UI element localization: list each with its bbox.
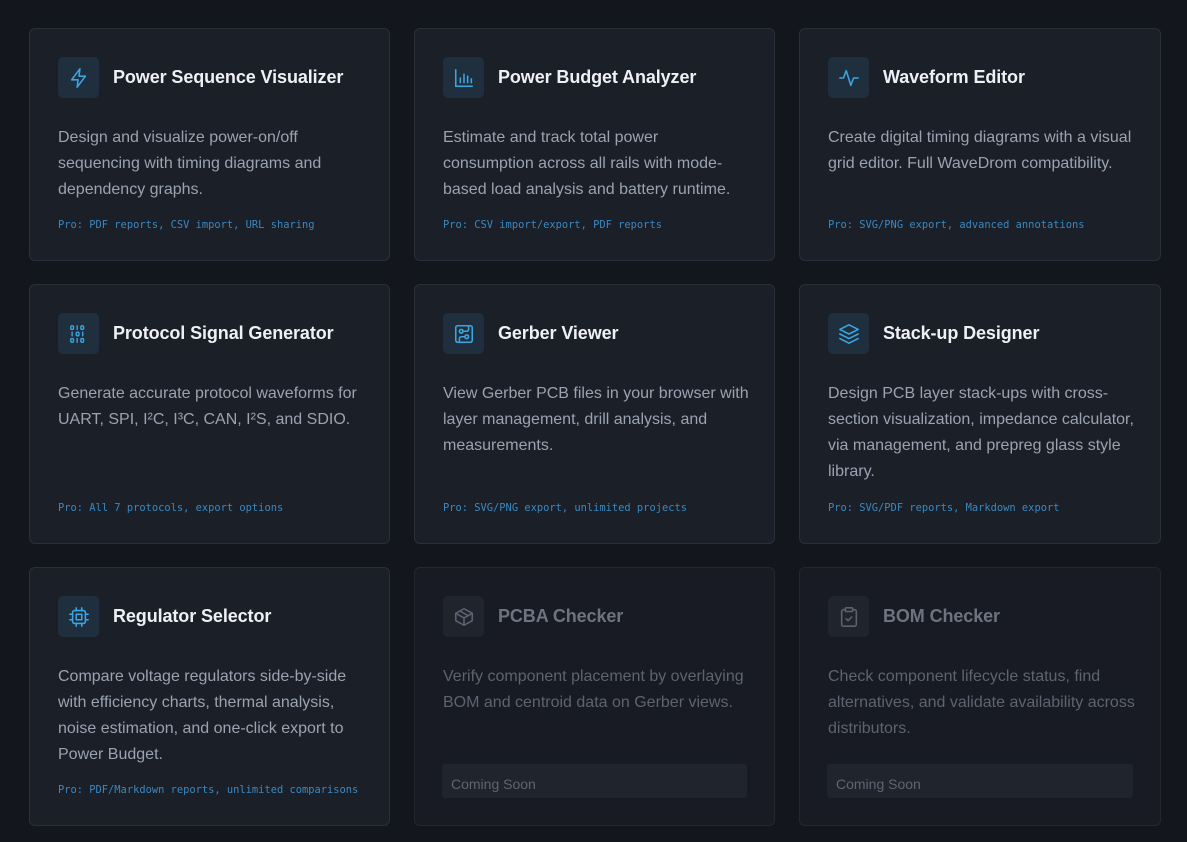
card-header: Power Sequence Visualizer xyxy=(58,57,343,98)
card-title: BOM Checker xyxy=(883,606,1000,626)
pro-features: Pro: SVG/PDF reports, Markdown export xyxy=(828,502,1060,514)
pro-features: Pro: CSV import/export, PDF reports xyxy=(443,219,662,231)
lightning-icon xyxy=(58,57,99,98)
card-description: Compare voltage regulators side-by-side … xyxy=(58,668,347,763)
card-description: Design and visualize power-on/off sequen… xyxy=(58,129,322,198)
pro-features: Pro: PDF/Markdown reports, unlimited com… xyxy=(58,784,359,796)
tool-card-protocol-signal-generator[interactable]: Protocol Signal Generator Generate accur… xyxy=(29,284,390,544)
card-title: Regulator Selector xyxy=(113,606,272,626)
tool-card-stack-up-designer[interactable]: Stack-up Designer Design PCB layer stack… xyxy=(799,284,1161,544)
chip-icon xyxy=(58,596,99,637)
card-header: Gerber Viewer xyxy=(443,313,619,354)
tool-card-waveform-editor[interactable]: Waveform Editor Create digital timing di… xyxy=(799,28,1161,261)
card-header: Power Budget Analyzer xyxy=(443,57,696,98)
card-title: PCBA Checker xyxy=(498,606,624,626)
tool-card-regulator-selector[interactable]: Regulator Selector Compare voltage regul… xyxy=(29,567,390,826)
card-description: Verify component placement by overlaying… xyxy=(443,668,744,711)
card-title: Power Budget Analyzer xyxy=(498,67,697,87)
package-icon xyxy=(443,596,484,637)
card-header: PCBA Checker xyxy=(443,596,623,637)
card-title: Gerber Viewer xyxy=(498,323,619,343)
tools-grid: Power Sequence Visualizer Design and vis… xyxy=(29,28,1161,826)
card-title: Waveform Editor xyxy=(883,67,1025,87)
coming-soon-badge: Coming Soon xyxy=(827,764,1133,798)
layers-icon xyxy=(828,313,869,354)
card-description: View Gerber PCB files in your browser wi… xyxy=(443,385,749,454)
card-header: Stack-up Designer xyxy=(828,313,1039,354)
card-header: Waveform Editor xyxy=(828,57,1025,98)
card-description: Design PCB layer stack-ups with cross-se… xyxy=(828,385,1134,480)
bar-chart-icon xyxy=(443,57,484,98)
clipboard-check-icon xyxy=(828,596,869,637)
card-description: Estimate and track total power consumpti… xyxy=(443,129,731,198)
tool-card-pcba-checker: PCBA Checker Verify component placement … xyxy=(414,567,775,826)
circuit-board-icon xyxy=(443,313,484,354)
pro-features: Pro: SVG/PNG export, unlimited projects xyxy=(443,502,687,514)
card-title: Protocol Signal Generator xyxy=(113,323,334,343)
card-title: Power Sequence Visualizer xyxy=(113,67,344,87)
pro-features: Pro: All 7 protocols, export options xyxy=(58,502,284,514)
pro-features: Pro: PDF reports, CSV import, URL sharin… xyxy=(58,219,315,231)
card-header: BOM Checker xyxy=(828,596,1000,637)
tool-card-gerber-viewer[interactable]: Gerber Viewer View Gerber PCB files in y… xyxy=(414,284,775,544)
card-title: Stack-up Designer xyxy=(883,323,1040,343)
card-description: Generate accurate protocol waveforms for… xyxy=(58,385,357,428)
binary-icon xyxy=(58,313,99,354)
coming-soon-badge: Coming Soon xyxy=(442,764,747,798)
tool-card-bom-checker: BOM Checker Check component lifecycle st… xyxy=(799,567,1161,826)
card-header: Protocol Signal Generator xyxy=(58,313,334,354)
card-description: Create digital timing diagrams with a vi… xyxy=(828,129,1132,172)
card-header: Regulator Selector xyxy=(58,596,271,637)
waveform-icon xyxy=(828,57,869,98)
tool-card-power-sequence-visualizer[interactable]: Power Sequence Visualizer Design and vis… xyxy=(29,28,390,261)
card-description: Check component lifecycle status, find a… xyxy=(828,668,1135,737)
pro-features: Pro: SVG/PNG export, advanced annotation… xyxy=(828,219,1085,231)
tool-card-power-budget-analyzer[interactable]: Power Budget Analyzer Estimate and track… xyxy=(414,28,775,261)
